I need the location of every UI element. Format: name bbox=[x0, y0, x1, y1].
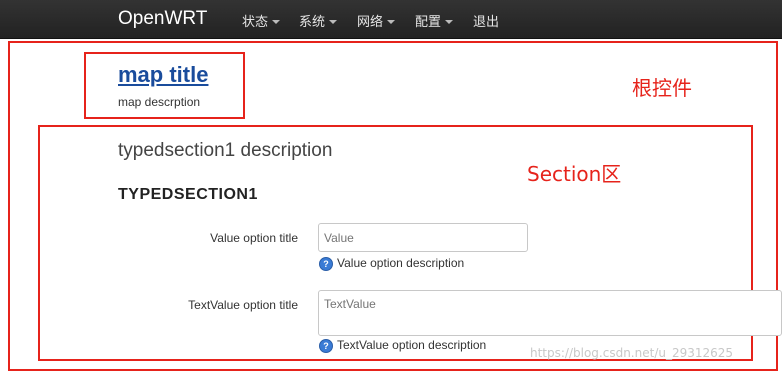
section-title: TYPEDSECTION1 bbox=[118, 186, 258, 203]
chevron-down-icon bbox=[272, 19, 281, 24]
menu-network-label: 网络 bbox=[357, 15, 384, 30]
menu-system-label: 系统 bbox=[299, 15, 326, 30]
value-option-input[interactable] bbox=[318, 223, 528, 252]
menu-logout-label: 退出 bbox=[473, 15, 500, 30]
menu-system[interactable]: 系统 bbox=[299, 11, 338, 30]
menu-network[interactable]: 网络 bbox=[357, 11, 396, 30]
value-option-help: ? Value option description bbox=[319, 256, 464, 271]
value-option-help-text: Value option description bbox=[337, 256, 465, 270]
chevron-down-icon bbox=[329, 19, 338, 24]
menu-status-label: 状态 bbox=[242, 15, 269, 30]
map-title: map title bbox=[118, 62, 209, 87]
top-navbar: OpenWRT 状态 系统 网络 配置 退出 bbox=[0, 0, 782, 39]
section-area-annotation: Section区 bbox=[527, 162, 622, 186]
brand-logo[interactable]: OpenWRT bbox=[118, 8, 207, 30]
chevron-down-icon bbox=[445, 19, 454, 24]
textvalue-option-help-text: TextValue option description bbox=[337, 338, 487, 352]
textvalue-option-textarea[interactable] bbox=[318, 290, 782, 336]
value-option-label: Value option title bbox=[210, 231, 298, 245]
info-icon: ? bbox=[319, 256, 333, 271]
textvalue-option-label: TextValue option title bbox=[188, 298, 298, 312]
menu-logout[interactable]: 退出 bbox=[473, 11, 499, 30]
menu-config[interactable]: 配置 bbox=[415, 11, 454, 30]
section-description: typedsection1 description bbox=[118, 140, 333, 161]
menu-config-label: 配置 bbox=[415, 15, 442, 30]
root-control-annotation: 根控件 bbox=[632, 76, 692, 100]
menu-status[interactable]: 状态 bbox=[242, 11, 281, 30]
chevron-down-icon bbox=[387, 19, 396, 24]
map-description: map descrption bbox=[118, 95, 201, 109]
textvalue-option-help: ? TextValue option description bbox=[319, 338, 486, 353]
info-icon: ? bbox=[319, 338, 333, 353]
watermark: https://blog.csdn.net/u_29312625 bbox=[530, 346, 734, 360]
